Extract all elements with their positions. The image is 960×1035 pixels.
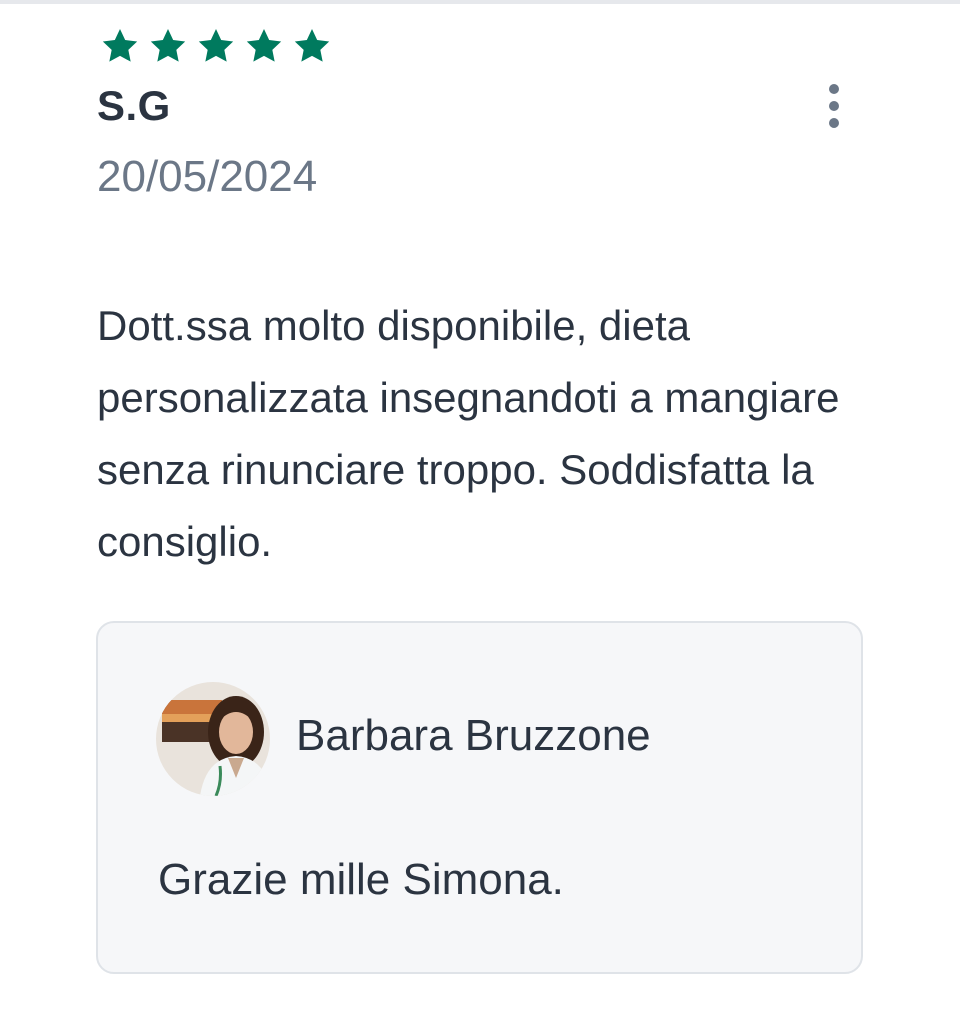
star-icon (198, 29, 234, 62)
doctor-reply: Barbara Bruzzone Grazie mille Simona. (96, 621, 863, 974)
reply-text: Grazie mille Simona. (158, 855, 564, 904)
star-icon (294, 29, 330, 62)
star-icon (246, 29, 282, 62)
review-date: 20/05/2024 (97, 152, 318, 201)
star-rating (100, 26, 332, 66)
more-vertical-icon (829, 84, 839, 94)
star-icon (150, 29, 186, 62)
reply-author-name: Barbara Bruzzone (296, 711, 651, 760)
more-options-button[interactable] (816, 82, 852, 130)
review-text: Dott.ssa molto disponibile, dieta person… (97, 302, 840, 565)
review-card: S.G 20/05/2024 Dott.ssa molto disponibil… (0, 0, 960, 1035)
reviewer-name: S.G (97, 82, 171, 129)
more-vertical-icon-dot (829, 118, 839, 128)
more-vertical-icon-dot (829, 101, 839, 111)
star-icon (102, 29, 138, 62)
avatar (156, 682, 270, 796)
